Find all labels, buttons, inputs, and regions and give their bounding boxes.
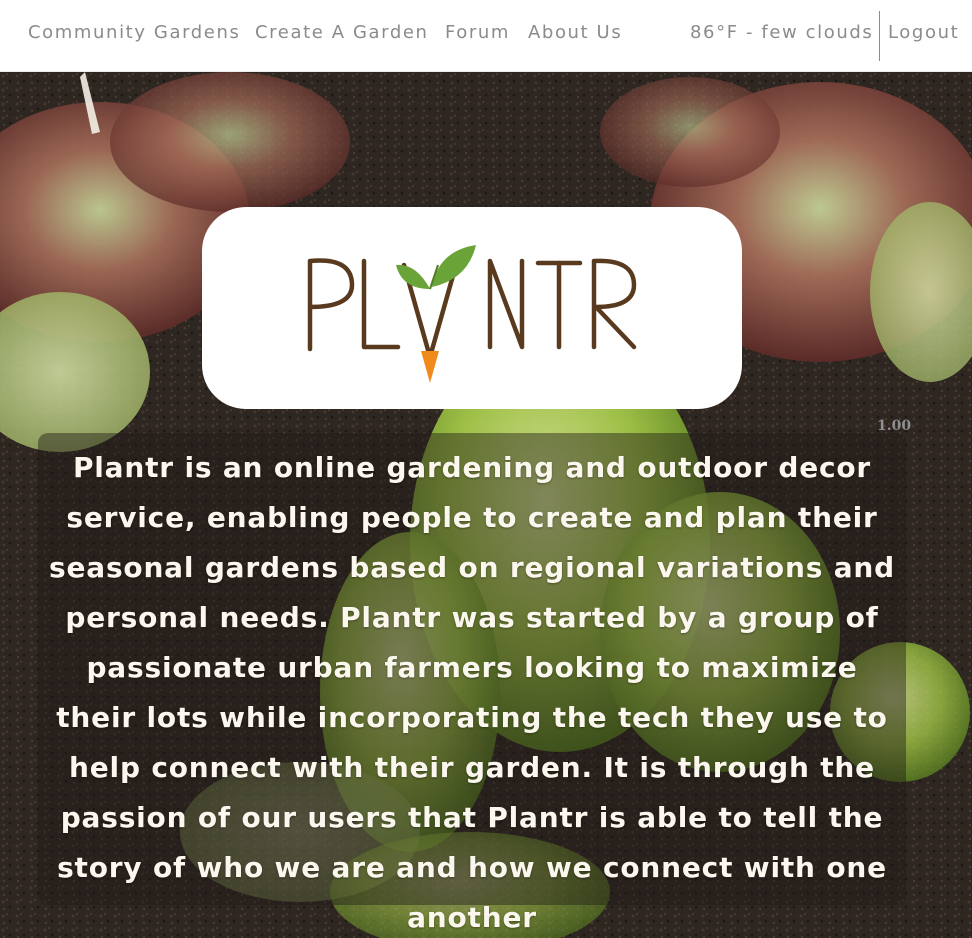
plantr-logo bbox=[307, 245, 637, 383]
about-text-panel: Plantr is an online gardening and outdoo… bbox=[38, 433, 906, 934]
weather-status: 86°F - few clouds bbox=[690, 22, 874, 43]
nav-divider bbox=[879, 11, 880, 61]
logout-link[interactable]: Logout bbox=[888, 20, 959, 46]
nav-link-create-a-garden[interactable]: Create A Garden bbox=[255, 20, 429, 46]
logo-card bbox=[202, 207, 742, 409]
top-navbar: Community Gardens Create A Garden Forum … bbox=[0, 0, 972, 72]
nav-link-about-us[interactable]: About Us bbox=[528, 20, 622, 46]
about-description: Plantr is an online gardening and outdoo… bbox=[49, 451, 895, 934]
opacity-badge: 1.00 bbox=[877, 418, 912, 434]
nav-link-forum[interactable]: Forum bbox=[445, 20, 510, 46]
nav-link-community-gardens[interactable]: Community Gardens bbox=[28, 20, 240, 46]
